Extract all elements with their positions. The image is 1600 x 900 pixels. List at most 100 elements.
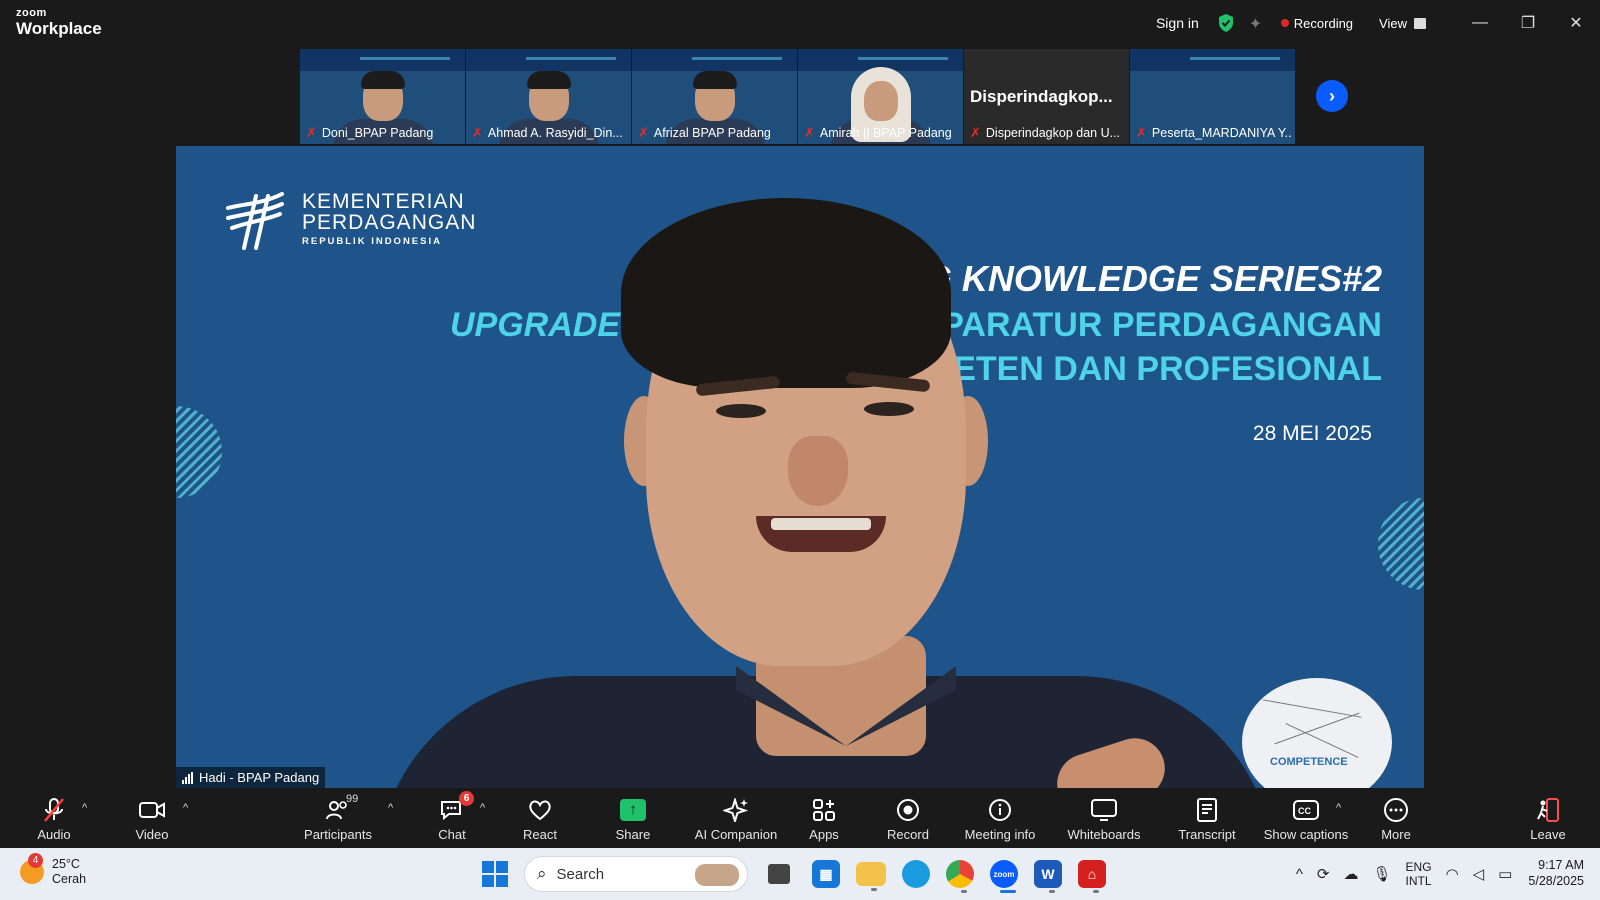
view-button[interactable]: View	[1379, 16, 1426, 31]
microphone-in-use-icon[interactable]: 🎙︎	[1373, 865, 1392, 883]
taskbar-search-box[interactable]: ⌕ Search	[524, 856, 748, 892]
participant-name: Amirah || BPAP Padang	[819, 126, 952, 140]
record-button[interactable]: Record	[886, 790, 930, 848]
view-label: View	[1379, 15, 1407, 31]
closed-captions-icon: CC	[1292, 797, 1320, 823]
wifi-icon[interactable]: ◠	[1446, 865, 1459, 883]
input-language[interactable]: ENG INTL	[1406, 860, 1432, 889]
chat-label: Chat	[438, 826, 466, 842]
whiteboards-button[interactable]: Whiteboards	[1064, 790, 1144, 848]
participant-tile[interactable]: ✗ Ahmad A. Rasyidi_Din...	[466, 49, 632, 144]
participant-strip: ✗ Doni_BPAP Padang ✗ Ahmad A. Rasyidi_Di…	[300, 49, 1300, 144]
participants-label: Participants	[304, 826, 372, 842]
participant-label: ✗ Amirah || BPAP Padang	[804, 125, 959, 141]
speaker-volume-icon[interactable]: ◁	[1473, 865, 1485, 883]
video-label: Video	[135, 826, 169, 842]
meeting-toolbar: Audio ^ Video ^ 99 Participants ^ 6 Chat…	[0, 790, 1600, 848]
microsoft-store-icon[interactable]: ▦	[812, 860, 840, 888]
weather-description: Cerah	[52, 872, 87, 886]
speaker-teeth	[771, 518, 871, 530]
sync-icon[interactable]: ⟳	[1317, 865, 1330, 883]
clock-time: 9:17 AM	[1538, 858, 1584, 873]
share-screen-icon: ↑	[619, 797, 647, 823]
logo-workplace-text: Workplace	[16, 19, 102, 38]
lang-top: ENG	[1405, 859, 1432, 874]
leave-door-icon	[1534, 797, 1562, 823]
ai-sparkle-icon[interactable]: ✦	[1249, 14, 1267, 33]
participants-button[interactable]: 99 Participants	[300, 790, 376, 848]
task-view-icon[interactable]	[768, 864, 790, 884]
recording-dot-icon	[1280, 19, 1289, 27]
recording-indicator[interactable]: Recording	[1280, 16, 1353, 31]
muted-mic-icon: ✗	[1136, 125, 1147, 140]
participant-face	[863, 81, 898, 121]
battery-icon[interactable]: ▭	[1498, 865, 1512, 883]
org-line-1: KEMENTERIAN	[302, 190, 465, 213]
share-label: Share	[615, 826, 651, 842]
sun-weather-icon: 4	[20, 853, 44, 884]
whiteboard-icon	[1090, 797, 1118, 823]
participant-tile[interactable]: ✗ Peserta_MARDANIYA Y...	[1130, 49, 1296, 144]
org-line-3: REPUBLIK INDONESIA	[302, 236, 442, 247]
system-clock[interactable]: 9:17 AM 5/28/2025	[1528, 858, 1584, 889]
speaker-video: KEMENTERIAN PERDAGANGAN REPUBLIK INDONES…	[176, 146, 1424, 788]
windows-start-icon[interactable]	[482, 861, 508, 887]
chat-button[interactable]: 6 Chat	[432, 790, 474, 848]
zoom-app-icon[interactable]: zoom	[990, 860, 1018, 893]
file-explorer-icon[interactable]	[856, 862, 886, 891]
meeting-info-button[interactable]: Meeting info	[960, 790, 1040, 848]
weather-widget[interactable]: 4 25°C Cerah	[20, 853, 87, 887]
participant-tile[interactable]: Disperindagkop... ✗ Disperindagkop dan U…	[964, 49, 1130, 144]
ministry-logo: KEMENTERIAN PERDAGANGAN REPUBLIK INDONES…	[222, 186, 476, 252]
slide-banner	[300, 49, 465, 71]
participant-label: ✗ Ahmad A. Rasyidi_Din...	[472, 125, 627, 141]
slide-banner	[1130, 49, 1295, 71]
temperature: 25°C	[52, 857, 80, 871]
acrobat-pdf-icon[interactable]: ⌂	[1078, 860, 1106, 893]
close-button[interactable]: ✕	[1552, 0, 1600, 46]
apps-button[interactable]: Apps	[804, 790, 844, 848]
audio-options-chevron-icon[interactable]: ^	[82, 802, 87, 814]
captions-options-chevron-icon[interactable]: ^	[1336, 802, 1341, 814]
cloud-offline-icon[interactable]: ☁	[1344, 865, 1359, 883]
search-highlight-image	[695, 864, 739, 886]
participants-options-chevron-icon[interactable]: ^	[388, 802, 393, 814]
security-shield-icon[interactable]	[1217, 13, 1235, 33]
audio-label: Audio	[37, 826, 71, 842]
chat-options-chevron-icon[interactable]: ^	[480, 802, 485, 814]
restore-button[interactable]: ❐	[1504, 0, 1552, 46]
show-captions-label: Show captions	[1263, 826, 1349, 842]
transcript-button[interactable]: Transcript	[1172, 790, 1242, 848]
participant-tile[interactable]: ✗ Doni_BPAP Padang	[300, 49, 466, 144]
participant-tile[interactable]: ✗ Amirah || BPAP Padang	[798, 49, 964, 144]
show-captions-button[interactable]: CC Show captions	[1264, 790, 1348, 848]
minimize-button[interactable]: —	[1456, 0, 1504, 46]
sign-in-link[interactable]: Sign in	[1156, 15, 1199, 31]
next-page-chevron-icon[interactable]: ›	[1316, 80, 1348, 112]
muted-mic-icon: ✗	[638, 125, 649, 140]
system-tray: ^ ⟳ ☁ 🎙︎ ENG INTL ◠ ◁ ▭ 9:17 AM 5/28/202…	[1282, 854, 1584, 894]
participant-hair	[692, 71, 737, 89]
leave-button[interactable]: Leave	[1528, 790, 1568, 848]
chat-bubble-icon: 6	[438, 790, 474, 823]
lang-bottom: INTL	[1405, 874, 1432, 888]
participant-tile[interactable]: ✗ Afrizal BPAP Padang	[632, 49, 798, 144]
audio-button[interactable]: Audio	[34, 790, 74, 848]
edge-browser-icon[interactable]	[902, 860, 930, 888]
apps-icon	[810, 797, 838, 823]
share-button[interactable]: ↑ Share	[613, 790, 653, 848]
show-hidden-icons-chevron-icon[interactable]: ^	[1296, 866, 1303, 883]
video-button[interactable]: Video	[132, 790, 172, 848]
more-button[interactable]: More	[1376, 790, 1416, 848]
participant-label: ✗ Disperindagkop dan U...	[970, 125, 1125, 141]
speaker-name: Hadi - BPAP Padang	[199, 770, 320, 785]
participant-label: ✗ Afrizal BPAP Padang	[638, 125, 793, 141]
record-label: Record	[887, 826, 929, 842]
word-app-icon[interactable]: W	[1034, 860, 1062, 893]
react-button[interactable]: React	[520, 790, 560, 848]
video-options-chevron-icon[interactable]: ^	[183, 802, 188, 814]
participant-name: Doni_BPAP Padang	[321, 126, 434, 140]
video-camera-icon	[138, 797, 166, 823]
ai-companion-button[interactable]: AI Companion	[690, 790, 782, 848]
chrome-browser-icon[interactable]	[946, 860, 974, 893]
